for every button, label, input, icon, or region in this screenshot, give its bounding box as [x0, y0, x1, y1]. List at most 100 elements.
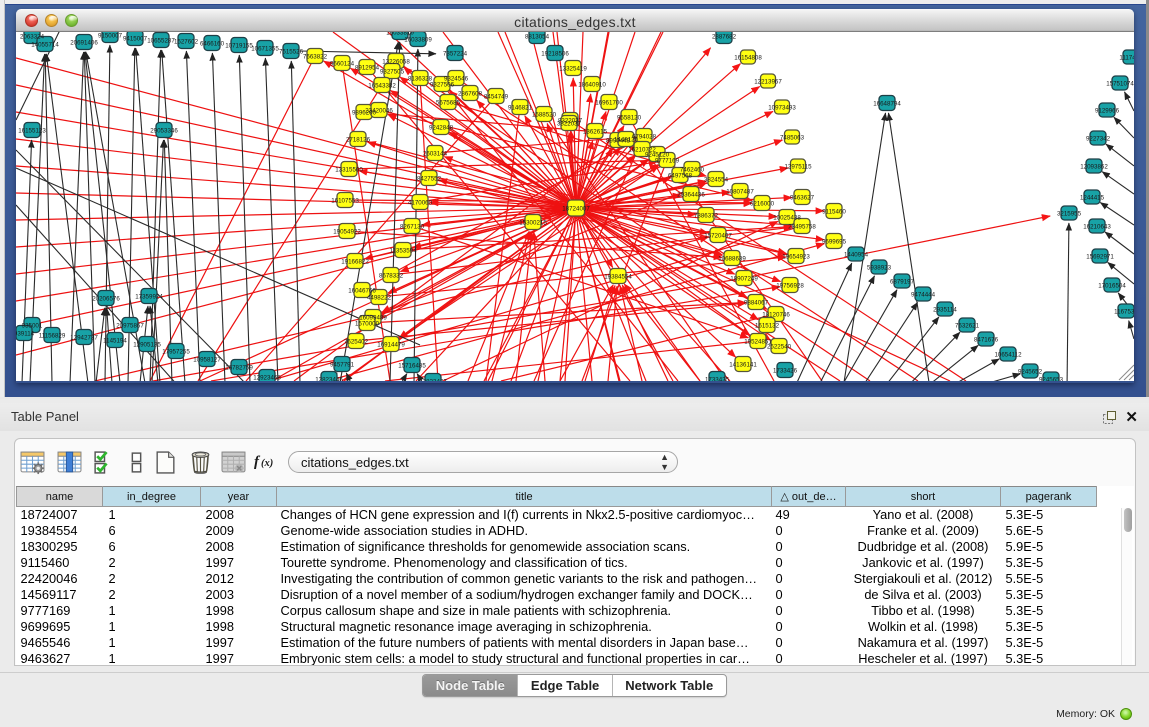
svg-text:18640910: 18640910: [578, 81, 606, 88]
svg-text:7663822: 7663822: [303, 53, 328, 60]
svg-text:10654112: 10654112: [994, 351, 1022, 358]
svg-text:16033809: 16033809: [404, 36, 432, 43]
svg-text:19166822: 19166822: [341, 258, 369, 265]
svg-text:7485063: 7485063: [780, 134, 805, 141]
svg-text:17016504: 17016504: [1098, 282, 1126, 289]
svg-text:10719155: 10719155: [225, 42, 253, 49]
svg-text:18120746: 18120746: [762, 311, 790, 318]
svg-text:8813054: 8813054: [525, 33, 550, 40]
svg-text:9227342: 9227342: [1086, 135, 1111, 142]
svg-text:8471676: 8471676: [974, 336, 999, 343]
svg-text:6879197: 6879197: [890, 278, 915, 285]
svg-text:2718126: 2718126: [346, 136, 371, 143]
svg-text:1440954: 1440954: [844, 251, 869, 258]
svg-text:8678332: 8678332: [379, 272, 404, 279]
svg-text:7632621: 7632621: [955, 322, 980, 329]
svg-text:9245653: 9245653: [1039, 376, 1064, 381]
svg-text:2063324: 2063324: [20, 33, 45, 40]
svg-text:2887682: 2887682: [712, 33, 737, 40]
svg-text:20206576: 20206576: [92, 295, 120, 302]
svg-text:4498222: 4498222: [367, 294, 392, 301]
svg-text:8136328: 8136328: [408, 75, 433, 82]
svg-text:20975867: 20975867: [116, 322, 144, 329]
svg-text:19054922: 19054922: [333, 228, 361, 235]
svg-text:9324546: 9324546: [444, 75, 469, 82]
svg-text:1733426: 1733426: [773, 367, 798, 374]
svg-text:12213967: 12213967: [754, 78, 782, 85]
svg-text:23420046: 23420046: [365, 107, 393, 114]
svg-text:16107553: 16107553: [331, 197, 359, 204]
svg-text:1615132: 1615132: [755, 322, 780, 329]
svg-text:1117404: 1117404: [1119, 54, 1134, 61]
svg-text:12905135: 12905135: [133, 341, 161, 348]
svg-text:9558120: 9558120: [617, 114, 642, 121]
svg-text:9129966: 9129966: [1095, 107, 1120, 114]
svg-text:9242848: 9242848: [429, 124, 454, 131]
svg-text:16961700: 16961700: [595, 99, 623, 106]
svg-text:1167533: 1167533: [1114, 308, 1134, 315]
svg-text:2522540: 2522540: [767, 343, 792, 350]
svg-text:1145194: 1145194: [103, 337, 127, 344]
svg-text:1733425: 1733425: [705, 376, 730, 381]
svg-text:9474444: 9474444: [911, 291, 936, 298]
svg-text:15720407: 15720407: [704, 232, 732, 239]
svg-text:12942737: 12942737: [70, 334, 98, 341]
svg-text:17957255: 17957255: [162, 348, 190, 355]
svg-text:8912954: 8912954: [355, 64, 380, 71]
svg-text:20691406: 20691406: [70, 39, 98, 46]
svg-text:10025438: 10025438: [773, 214, 801, 221]
svg-text:15751074: 15751074: [1106, 80, 1134, 87]
svg-text:7462460: 7462460: [680, 166, 705, 173]
svg-text:15716485: 15716485: [398, 362, 426, 369]
svg-text:13226058: 13226058: [382, 58, 410, 65]
svg-text:12923468: 12923468: [253, 374, 281, 381]
svg-text:15692971: 15692971: [1086, 253, 1114, 260]
svg-text:12823446: 12823446: [315, 376, 343, 381]
svg-text:11353594: 11353594: [389, 247, 417, 254]
svg-text:1588520: 1588520: [532, 111, 557, 118]
svg-text:6466160: 6466160: [200, 40, 225, 47]
svg-text:3824554: 3824554: [704, 176, 729, 183]
svg-text:19218506: 19218506: [541, 50, 569, 57]
svg-text:17359924: 17359924: [135, 293, 163, 300]
svg-text:3215955: 3215955: [1057, 210, 1082, 217]
svg-text:9146821: 9146821: [508, 104, 533, 111]
svg-text:9415007: 9415007: [123, 35, 148, 42]
svg-text:12975115: 12975115: [784, 163, 812, 170]
svg-text:14136141: 14136141: [729, 361, 757, 368]
svg-text:1448120: 1448120: [614, 136, 639, 143]
svg-text:935001: 935001: [22, 322, 43, 329]
svg-text:9327505: 9327505: [380, 68, 405, 75]
svg-text:16543382: 16543382: [368, 82, 396, 89]
svg-text:9457791: 9457791: [330, 361, 355, 368]
svg-text:10973493: 10973493: [768, 104, 796, 111]
svg-text:10807487: 10807487: [726, 188, 754, 195]
svg-text:10671355: 10671355: [251, 45, 279, 52]
svg-text:13325419: 13325419: [559, 65, 587, 72]
svg-text:3822037: 3822037: [557, 120, 582, 127]
svg-text:19384554: 19384554: [604, 273, 632, 280]
svg-text:9115460: 9115460: [822, 208, 846, 215]
svg-text:16155123: 16155123: [18, 127, 46, 134]
svg-text:8427552: 8427552: [417, 175, 442, 182]
svg-text:7625402: 7625402: [344, 338, 369, 345]
svg-text:4170060: 4170060: [408, 199, 433, 206]
svg-text:8454749: 8454749: [484, 93, 509, 100]
svg-text:12823447: 12823447: [419, 378, 447, 381]
svg-text:16782759: 16782759: [225, 364, 253, 371]
svg-text:f: f: [254, 454, 261, 470]
svg-text:16648794: 16648794: [873, 100, 901, 107]
svg-text:1244415: 1244415: [1080, 194, 1105, 201]
svg-text:18907249: 18907249: [730, 275, 758, 282]
svg-text:9884067: 9884067: [744, 299, 769, 306]
svg-text:8267130: 8267130: [400, 223, 425, 230]
svg-text:28495758: 28495758: [788, 223, 816, 230]
svg-text:19756928: 19756928: [776, 282, 804, 289]
svg-text:939114: 939114: [16, 330, 35, 337]
svg-text:1570000: 1570000: [355, 320, 380, 327]
svg-text:2867608: 2867608: [458, 90, 483, 97]
svg-text:1527602: 1527602: [174, 38, 199, 45]
svg-text:10655287: 10655287: [147, 37, 175, 44]
svg-text:13315500: 13315500: [335, 166, 363, 173]
svg-text:9327506: 9327506: [430, 81, 455, 88]
